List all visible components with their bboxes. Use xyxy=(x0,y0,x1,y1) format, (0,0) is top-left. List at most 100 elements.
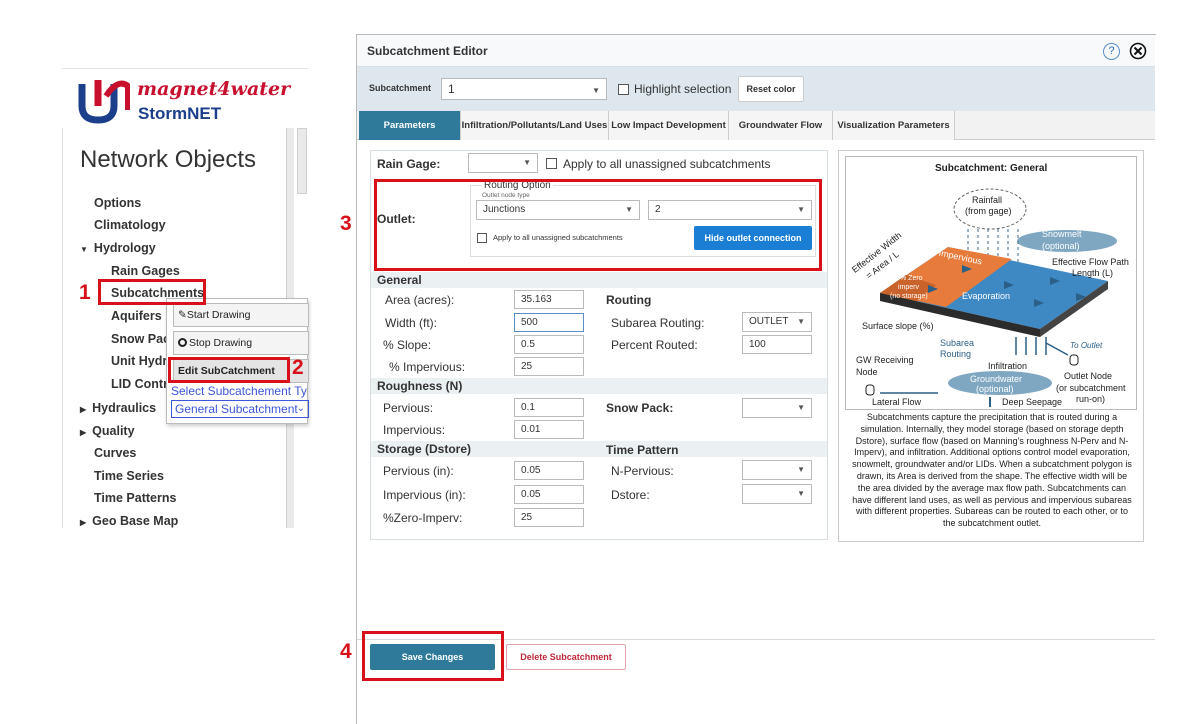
storage-pervious-label: Pervious (in): xyxy=(383,464,454,478)
tab-infiltration[interactable]: Infiltration/Pollutants/Land Uses xyxy=(461,111,609,140)
percent-routed-label: Percent Routed: xyxy=(611,338,698,352)
stop-drawing-label: Stop Drawing xyxy=(189,337,253,349)
area-input[interactable]: 35.163 xyxy=(514,290,584,309)
roughness-pervious-input[interactable]: 0.1 xyxy=(514,398,584,417)
nav-item-hydrology-label: Hydrology xyxy=(93,241,156,255)
storage-pervious-input[interactable]: 0.05 xyxy=(514,461,584,480)
expanded-triangle-icon: ▼ xyxy=(80,245,88,254)
nav-item-geo-base-map[interactable]: ▶ Geo Base Map xyxy=(80,514,178,528)
time-pattern-header: Time Pattern xyxy=(606,443,679,457)
editor-tabs: Parameters Infiltration/Pollutants/Land … xyxy=(357,111,1155,140)
diagram-groundwater: Groundwater xyxy=(970,374,1023,384)
rain-gage-apply-checkbox[interactable] xyxy=(546,158,557,169)
editor-toolbar: Subcatchment 1 ▼ Highlight selection Rese… xyxy=(357,67,1155,111)
map-panel-scrollbar[interactable] xyxy=(297,128,307,194)
annotation-number-2: 2 xyxy=(292,356,304,379)
impervious-input[interactable]: 25 xyxy=(514,357,584,376)
nav-item-climatology[interactable]: Climatology xyxy=(94,218,166,232)
diagram-lateral-flow: Lateral Flow xyxy=(872,397,922,407)
nav-item-curves[interactable]: Curves xyxy=(94,446,136,460)
nav-item-time-series[interactable]: Time Series xyxy=(94,469,164,483)
diagram-snowmelt-optional: (optional) xyxy=(1042,241,1080,251)
subcatchment-type-select[interactable]: General Subcatchment ⌄ xyxy=(171,400,309,418)
caret-down-icon: ▼ xyxy=(592,86,600,95)
tab-lid[interactable]: Low Impact Development xyxy=(609,111,729,140)
nav-item-hydraulics-label: Hydraulics xyxy=(92,401,157,415)
roughness-impervious-input[interactable]: 0.01 xyxy=(514,420,584,439)
diagram-description: Subcatchments capture the precipitation … xyxy=(852,412,1132,529)
subarea-routing-select[interactable]: OUTLET ▼ xyxy=(742,312,812,332)
snow-pack-select[interactable]: ▼ xyxy=(742,398,812,418)
rain-gage-select[interactable]: ▼ xyxy=(468,153,538,173)
roughness-impervious-label: Impervious: xyxy=(383,423,446,437)
diagram-zero-imperv-3: (no storage) xyxy=(890,293,928,300)
network-objects-title: Network Objects xyxy=(80,146,257,173)
delete-subcatchment-button[interactable]: Delete Subcatchment xyxy=(506,644,626,670)
zero-imperv-label: %Zero-Imperv: xyxy=(383,511,463,525)
product-name: StormNET xyxy=(138,104,222,123)
area-label: Area (acres): xyxy=(385,293,455,307)
close-icon[interactable] xyxy=(1129,42,1147,60)
highlight-selection-label: Highlight selection xyxy=(634,82,732,96)
tab-parameters[interactable]: Parameters xyxy=(359,111,461,140)
tab-groundwater-flow[interactable]: Groundwater Flow xyxy=(729,111,833,140)
nav-item-snow-packs[interactable]: Snow Pacl xyxy=(111,332,174,346)
nav-item-quality-label: Quality xyxy=(92,424,135,438)
nav-item-hydrology[interactable]: ▼ Hydrology xyxy=(80,241,156,255)
nav-item-hydraulics[interactable]: ▶ Hydraulics xyxy=(80,401,156,415)
nav-item-time-patterns[interactable]: Time Patterns xyxy=(94,491,176,505)
dstore-pattern-label: Dstore: xyxy=(611,488,650,502)
collapsed-triangle-icon: ▶ xyxy=(80,405,87,414)
stop-drawing-button[interactable]: Stop Drawing xyxy=(173,331,309,355)
diagram-snowmelt: Snowmelt xyxy=(1042,229,1082,239)
subcatchment-label: Subcatchment xyxy=(369,83,432,93)
width-label: Width (ft): xyxy=(385,316,438,330)
start-drawing-button[interactable]: ✎Start Drawing xyxy=(173,303,309,327)
caret-down-icon: ▼ xyxy=(797,465,805,474)
subcatchment-select[interactable]: 1 ▼ xyxy=(441,78,607,100)
rain-gage-apply-label: Apply to all unassigned subcatchments xyxy=(563,157,771,171)
dstore-pattern-select[interactable]: ▼ xyxy=(742,484,812,504)
roughness-pervious-label: Pervious: xyxy=(383,401,434,415)
nav-item-options[interactable]: Options xyxy=(94,196,141,210)
diagram-outlet-node-3: run-on) xyxy=(1076,394,1106,404)
diagram-evaporation: Evaporation xyxy=(962,291,1011,301)
reset-color-button[interactable]: Reset color xyxy=(738,76,804,102)
caret-down-icon: ▼ xyxy=(797,489,805,498)
brand-name: magnet4water xyxy=(137,78,291,100)
help-icon[interactable]: ? xyxy=(1103,43,1120,60)
tab-visualization[interactable]: Visualization Parameters xyxy=(833,111,955,140)
annotation-box-3 xyxy=(374,179,822,271)
annotation-number-1: 1 xyxy=(79,281,91,304)
nav-item-rain-gages[interactable]: Rain Gages xyxy=(111,264,180,278)
diagram-zero-imperv: % Zero xyxy=(900,275,923,282)
annotation-box-2 xyxy=(168,357,290,383)
diagram-gw-receiving: GW Receiving xyxy=(856,355,914,365)
select-type-label: Select Subcatchement Type xyxy=(171,384,307,398)
highlight-selection-checkbox[interactable] xyxy=(618,84,629,95)
left-panel-border xyxy=(62,128,63,528)
diagram-surface-slope: Surface slope (%) xyxy=(862,321,934,331)
nav-item-aquifers[interactable]: Aquifers xyxy=(111,309,162,323)
slope-input[interactable]: 0.5 xyxy=(514,335,584,354)
editor-title: Subcatchment Editor xyxy=(367,44,488,58)
diagram-deep-seepage: Deep Seepage xyxy=(1002,397,1063,407)
zero-imperv-input[interactable]: 25 xyxy=(514,508,584,527)
subcatchment-select-value: 1 xyxy=(448,82,455,96)
n-pervious-select[interactable]: ▼ xyxy=(742,460,812,480)
storage-impervious-input[interactable]: 0.05 xyxy=(514,485,584,504)
caret-down-icon: ▼ xyxy=(523,158,531,167)
caret-down-icon: ▼ xyxy=(797,317,805,326)
percent-routed-input[interactable]: 100 xyxy=(742,335,812,354)
snow-pack-label: Snow Pack: xyxy=(606,401,674,415)
caret-down-icon: ▼ xyxy=(797,403,805,412)
section-roughness: Roughness (N) xyxy=(371,378,827,394)
diagram-to-outlet: To Outlet xyxy=(1070,341,1103,350)
width-input[interactable]: 500 xyxy=(514,313,584,332)
diagram-rainfall: Rainfall xyxy=(972,195,1003,205)
annotation-box-1 xyxy=(98,279,206,305)
nav-item-quality[interactable]: ▶ Quality xyxy=(80,424,135,438)
annotation-number-3: 3 xyxy=(340,212,352,235)
diagram-subarea-routing: Subarea xyxy=(940,338,975,348)
section-general: General xyxy=(371,272,827,288)
